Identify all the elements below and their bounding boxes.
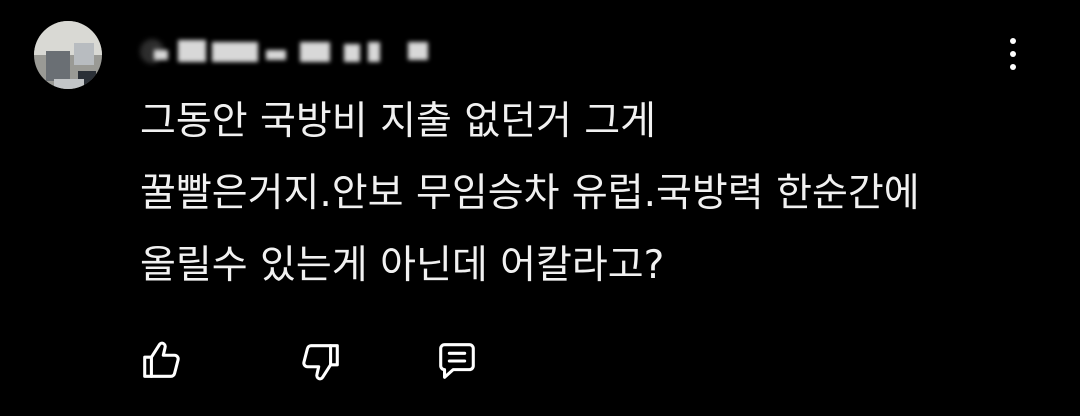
like-button[interactable] — [136, 336, 186, 386]
avatar[interactable] — [34, 21, 102, 89]
thumbs-up-icon — [143, 341, 180, 378]
comment-item: @ 그동안 국방비 지출 없던거 그게 꿀빨은거지.안보 무임승차 유럽.국방력… — [0, 0, 1080, 416]
author-redacted — [154, 50, 168, 60]
comment-author[interactable]: @ — [140, 36, 440, 64]
avatar-image-region — [54, 79, 84, 89]
dislike-button[interactable] — [296, 336, 346, 386]
more-vertical-icon — [1010, 64, 1016, 70]
comment-text-line: 꿀빨은거지.안보 무임승차 유럽.국방력 한순간에 — [140, 171, 920, 216]
more-vertical-icon — [1010, 38, 1016, 44]
author-redacted — [408, 42, 428, 60]
more-options-button[interactable] — [998, 30, 1028, 78]
author-redacted — [344, 44, 360, 62]
avatar-image-region — [46, 51, 70, 81]
reply-comment-icon — [439, 343, 475, 379]
comment-text-line: 올릴수 있는게 아닌데 어칼라고? — [140, 243, 665, 288]
author-redacted — [212, 42, 258, 62]
reply-button[interactable] — [432, 336, 482, 386]
more-vertical-icon — [1010, 51, 1016, 57]
thumbs-down-icon — [302, 344, 339, 381]
author-redacted — [178, 40, 206, 62]
comment-text-line: 그동안 국방비 지출 없던거 그게 — [140, 99, 657, 144]
comment-text: 그동안 국방비 지출 없던거 그게 꿀빨은거지.안보 무임승차 유럽.국방력 한… — [140, 86, 1040, 302]
author-redacted — [266, 50, 286, 60]
author-redacted — [300, 42, 330, 62]
comment-actions — [136, 336, 496, 386]
author-redacted — [368, 42, 380, 62]
avatar-image-region — [74, 43, 94, 65]
